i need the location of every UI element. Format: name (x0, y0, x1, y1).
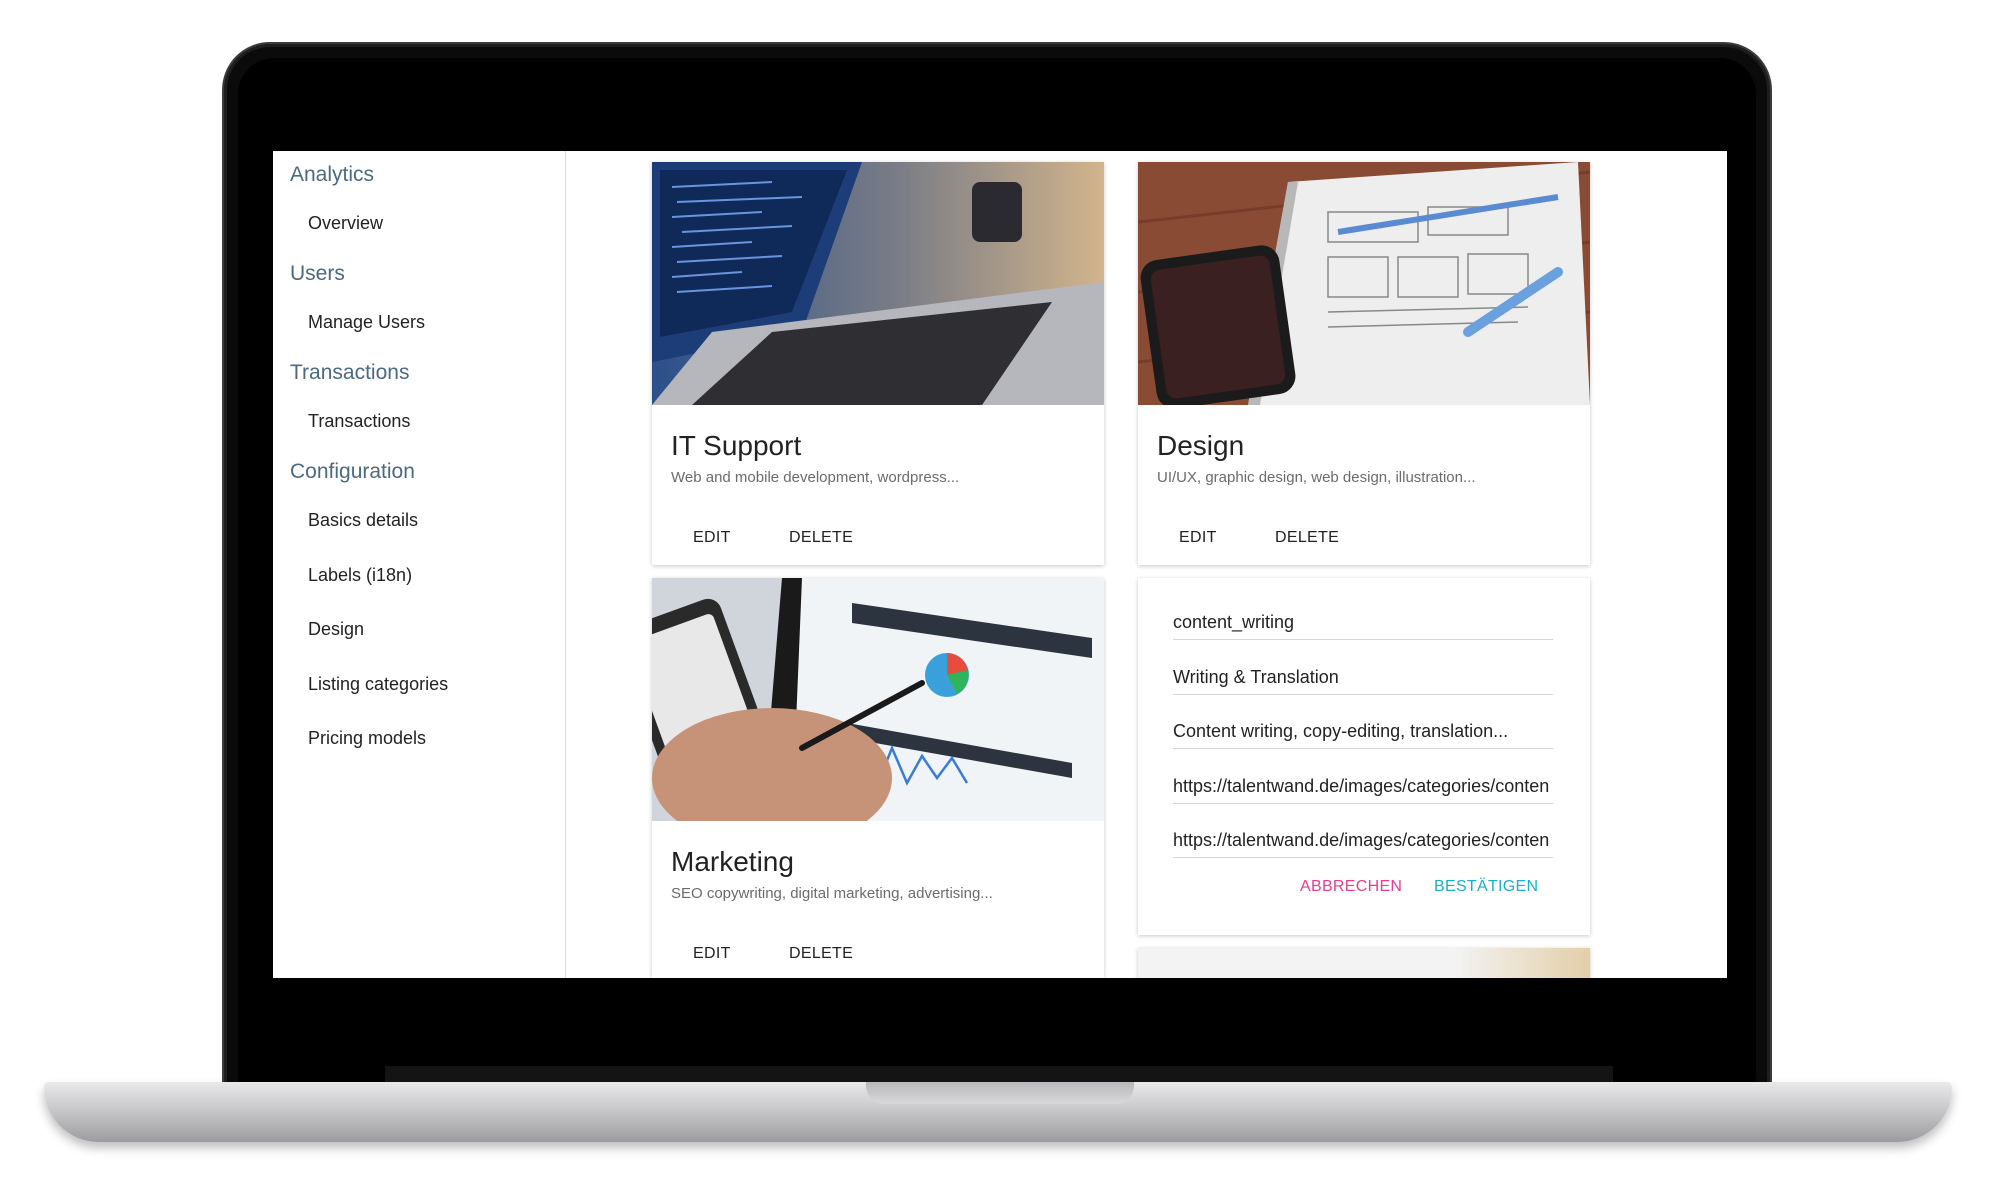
card-description: UI/UX, graphic design, web design, illus… (1157, 469, 1476, 486)
card-title: Design (1157, 430, 1245, 461)
sidebar-section-transactions[interactable]: Transactions (290, 361, 409, 385)
app-screen: Analytics Overview Users Manage Users Tr… (273, 151, 1727, 978)
delete-button[interactable]: DELETE (1275, 529, 1339, 547)
card-description: SEO copywriting, digital marketing, adve… (671, 885, 993, 902)
category-image-partial (1138, 948, 1590, 978)
category-card: IT Support Web and mobile development, w… (652, 162, 1104, 565)
sidebar-item-pricing-models[interactable]: Pricing models (308, 728, 426, 749)
edit-button[interactable]: EDIT (693, 529, 731, 547)
sidebar-section-users[interactable]: Users (290, 262, 345, 286)
sidebar-item-manage-users[interactable]: Manage Users (308, 312, 425, 333)
category-card-partial (1138, 948, 1590, 978)
cancel-button[interactable]: ABBRECHEN (1300, 878, 1402, 896)
sidebar-item-design[interactable]: Design (308, 619, 364, 640)
sidebar: Analytics Overview Users Manage Users Tr… (273, 151, 566, 978)
name-input[interactable]: Writing & Translation (1173, 661, 1553, 695)
image-url-input[interactable]: https://talentwand.de/images/categories/… (1173, 770, 1553, 804)
sidebar-section-configuration[interactable]: Configuration (290, 460, 415, 484)
sidebar-item-listing-categories[interactable]: Listing categories (308, 674, 448, 695)
laptop-notch (866, 1082, 1134, 1104)
sidebar-item-labels[interactable]: Labels (i18n) (308, 565, 412, 586)
main-content: IT Support Web and mobile development, w… (567, 151, 1727, 978)
slug-input[interactable]: content_writing (1173, 606, 1553, 640)
laptop-hinge (385, 1066, 1613, 1082)
laptop-mockup: Analytics Overview Users Manage Users Tr… (0, 0, 1992, 1184)
sidebar-item-basics-details[interactable]: Basics details (308, 510, 418, 531)
sidebar-item-overview[interactable]: Overview (308, 213, 383, 234)
delete-button[interactable]: DELETE (789, 945, 853, 963)
category-card: Marketing SEO copywriting, digital marke… (652, 578, 1104, 978)
sidebar-section-analytics[interactable]: Analytics (290, 163, 374, 187)
category-card: Design UI/UX, graphic design, web design… (1138, 162, 1590, 565)
card-title: IT Support (671, 430, 802, 461)
delete-button[interactable]: DELETE (789, 529, 853, 547)
category-image-sketch (1138, 162, 1590, 405)
card-description: Web and mobile development, wordpress... (671, 469, 960, 486)
edit-button[interactable]: EDIT (1179, 529, 1217, 547)
confirm-button[interactable]: BESTÄTIGEN (1434, 878, 1538, 896)
description-input[interactable]: Content writing, copy-editing, translati… (1173, 715, 1553, 749)
edit-button[interactable]: EDIT (693, 945, 731, 963)
thumbnail-url-input[interactable]: https://talentwand.de/images/categories/… (1173, 824, 1553, 858)
category-image-analytics (652, 578, 1104, 821)
category-image-laptop (652, 162, 1104, 405)
card-title: Marketing (671, 846, 794, 877)
sidebar-item-transactions[interactable]: Transactions (308, 411, 410, 432)
edit-category-form: content_writing Writing & Translation Co… (1138, 578, 1590, 935)
